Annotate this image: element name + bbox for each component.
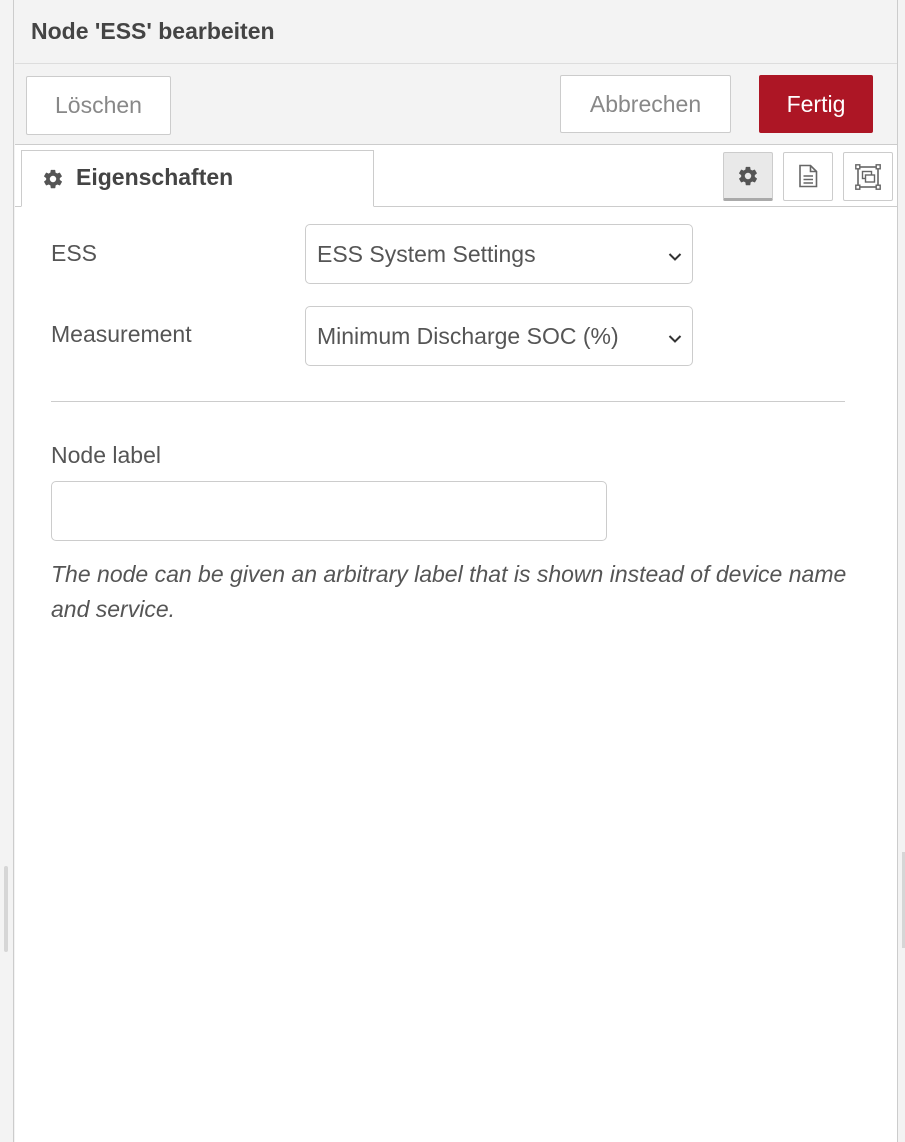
done-button[interactable]: Fertig (759, 75, 873, 133)
ess-select[interactable]: ESS System Settings (305, 224, 693, 284)
workspace-edge (898, 0, 905, 1142)
measurement-label: Measurement (51, 321, 192, 347)
measurement-select[interactable]: Minimum Discharge SOC (%) (305, 306, 693, 366)
delete-button[interactable]: Löschen (26, 76, 171, 135)
node-label-help-text: The node can be given an arbitrary label… (51, 561, 847, 622)
node-label-label: Node label (51, 442, 161, 468)
gear-icon (42, 168, 64, 190)
node-label-input[interactable] (51, 481, 607, 541)
tray-toolbar: Löschen Abbrechen Fertig (15, 64, 897, 145)
cancel-button[interactable]: Abbrechen (560, 75, 731, 133)
sidebar-edge (0, 0, 14, 1142)
tab-properties-label: Eigenschaften (76, 164, 234, 190)
tabs-bar: Eigenschaften (15, 145, 897, 207)
measurement-select-value: Minimum Discharge SOC (%) (317, 323, 619, 349)
resize-handle[interactable] (4, 866, 8, 952)
form-divider (51, 401, 845, 402)
tray-title: Node 'ESS' bearbeiten (31, 18, 275, 44)
ess-label: ESS (51, 240, 98, 266)
tab-properties[interactable]: Eigenschaften (21, 150, 374, 207)
chevron-down-icon (668, 331, 682, 349)
ess-select-value: ESS System Settings (317, 241, 536, 267)
node-settings-button[interactable] (723, 152, 773, 201)
tray-header: Node 'ESS' bearbeiten (15, 0, 897, 64)
node-description-button[interactable] (783, 152, 833, 201)
edit-tray: Node 'ESS' bearbeiten Löschen Abbrechen … (15, 0, 898, 1142)
node-appearance-button[interactable] (843, 152, 893, 201)
chevron-down-icon (668, 249, 682, 267)
